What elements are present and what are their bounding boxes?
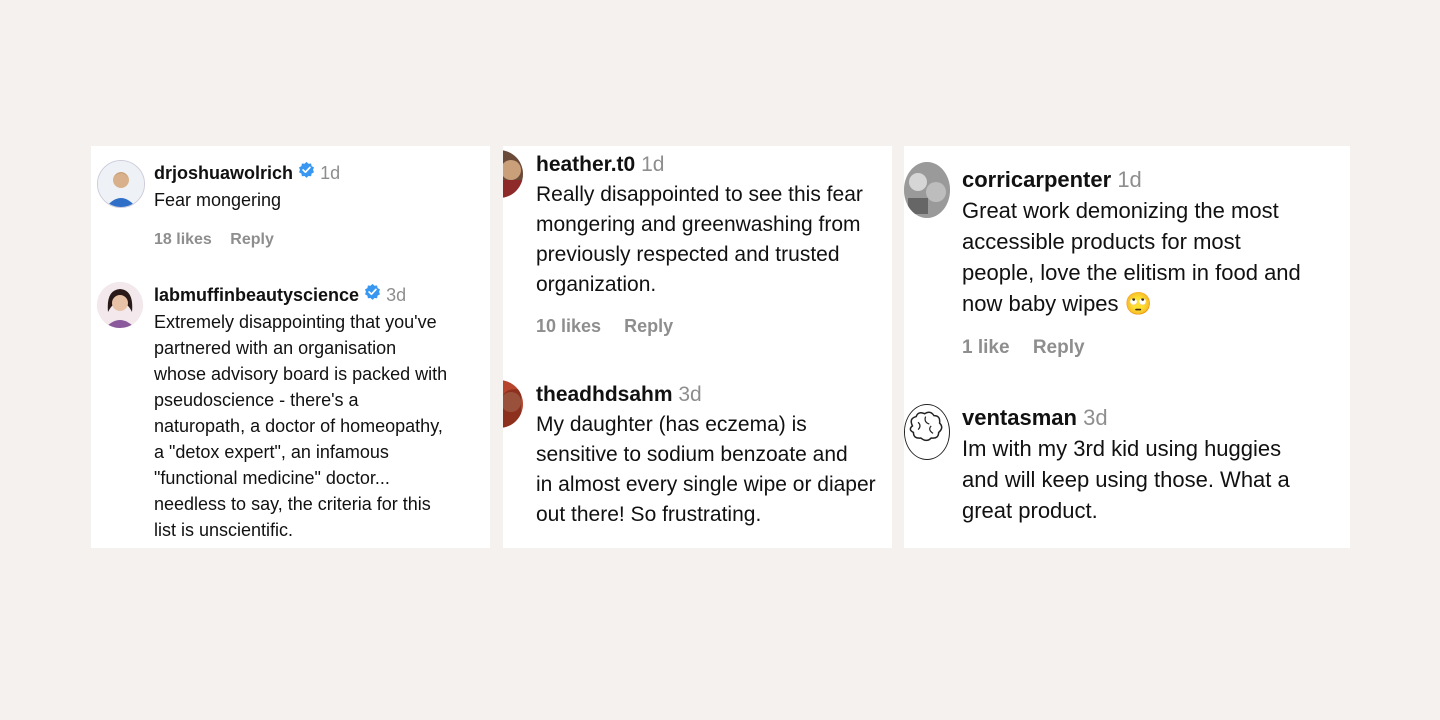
comment-text-line: a "detox expert", an infamous [154, 442, 389, 463]
comment-text-line: great product. [962, 498, 1098, 523]
timestamp: 1d [641, 153, 665, 176]
comment-header: ventasman 3d [962, 402, 1290, 433]
comment-text-line: Great work demonizing the most [962, 198, 1279, 223]
avatar[interactable] [97, 282, 143, 328]
comment-text-line: now baby wipes 🙄 [962, 291, 1153, 316]
comment-text-line: Fear mongering [154, 190, 282, 211]
username[interactable]: theadhdsahm [536, 383, 673, 406]
comment-heather-t0: heather.t0 1d Really disappointed to see… [503, 146, 892, 366]
verified-badge-icon [364, 281, 381, 307]
comment-header: labmuffinbeautyscience 3d [154, 282, 447, 309]
reply-button[interactable]: Reply [624, 316, 673, 337]
comment-drjoshuawolrich: drjoshuawolrich 1d Fear mongering 18 lik… [91, 146, 490, 266]
comment-text-line: and will keep using those. What a [962, 467, 1290, 492]
likes-count[interactable]: 10 likes [536, 316, 601, 337]
timestamp: 3d [678, 383, 702, 406]
comment-text-line: mongering and greenwashing from [536, 213, 861, 236]
timestamp: 1d [1117, 167, 1142, 192]
avatar[interactable] [503, 380, 523, 428]
comment-text-line: partnered with an organisation [154, 338, 397, 359]
comment-text-line: organization. [536, 273, 657, 296]
username[interactable]: drjoshuawolrich [154, 163, 293, 183]
likes-count[interactable]: 18 likes [154, 231, 212, 249]
timestamp: 3d [386, 285, 407, 305]
comment-panel-3: corricarpenter 1d Great work demonizing … [904, 146, 1350, 548]
comment-actions: 10 likes Reply [536, 316, 863, 337]
comment-theadhdsahm: theadhdsahm 3d My daughter (has eczema) … [503, 380, 892, 548]
comment-text-line: out there! So frustrating. [536, 503, 762, 526]
comment-panel-2: heather.t0 1d Really disappointed to see… [503, 146, 892, 548]
comment-text-line: sensitive to sodium benzoate and [536, 443, 848, 466]
comment-text-line: Really disappointed to see this fear [536, 183, 863, 206]
comment-text-line: needless to say, the criteria for this [154, 494, 431, 515]
comment-text-line: people, love the elitism in food and [962, 260, 1301, 285]
comment-header: corricarpenter 1d [962, 164, 1301, 195]
username[interactable]: labmuffinbeautyscience [154, 285, 359, 305]
comment-text-line: pseudoscience - there's a [154, 390, 359, 411]
verified-badge-icon [298, 159, 315, 185]
reply-button[interactable]: Reply [1033, 337, 1085, 359]
comment-actions: 1 like Reply [962, 337, 1301, 359]
avatar[interactable] [904, 162, 950, 218]
comment-corricarpenter: corricarpenter 1d Great work demonizing … [904, 146, 1350, 386]
comment-text-line: list is unscientific. [154, 520, 294, 541]
comment-text-line: previously respected and trusted [536, 243, 840, 266]
comment-header: heather.t0 1d [536, 150, 863, 180]
avatar[interactable] [503, 150, 523, 198]
username[interactable]: ventasman [962, 405, 1077, 430]
username[interactable]: heather.t0 [536, 153, 635, 176]
comment-text-line: naturopath, a doctor of homeopathy, [154, 416, 443, 437]
comment-header: theadhdsahm 3d [536, 380, 876, 410]
comment-panel-1: drjoshuawolrich 1d Fear mongering 18 lik… [91, 146, 490, 548]
comment-text-line: "functional medicine" doctor... [154, 468, 390, 489]
timestamp: 3d [1083, 405, 1108, 430]
timestamp: 1d [320, 163, 341, 183]
comment-text-line: My daughter (has eczema) is [536, 413, 807, 436]
avatar[interactable] [904, 404, 950, 460]
avatar[interactable] [97, 160, 145, 208]
comment-text-line: in almost every single wipe or diaper [536, 473, 876, 496]
comment-text-line: whose advisory board is packed with [154, 364, 448, 385]
comment-actions: 18 likes Reply [154, 231, 340, 249]
comment-text-line: Im with my 3rd kid using huggies [962, 436, 1282, 461]
likes-count[interactable]: 1 like [962, 337, 1010, 359]
comment-labmuffinbeautyscience: labmuffinbeautyscience 3d Extremely disa… [91, 276, 490, 548]
username[interactable]: corricarpenter [962, 167, 1111, 192]
brain-icon [905, 405, 948, 458]
reply-button[interactable]: Reply [230, 231, 274, 249]
comment-header: drjoshuawolrich 1d [154, 160, 340, 187]
comment-ventasman: ventasman 3d Im with my 3rd kid using hu… [904, 402, 1350, 548]
comment-text-line: accessible products for most [962, 229, 1241, 254]
comment-text-line: Extremely disappointing that you've [154, 312, 437, 333]
